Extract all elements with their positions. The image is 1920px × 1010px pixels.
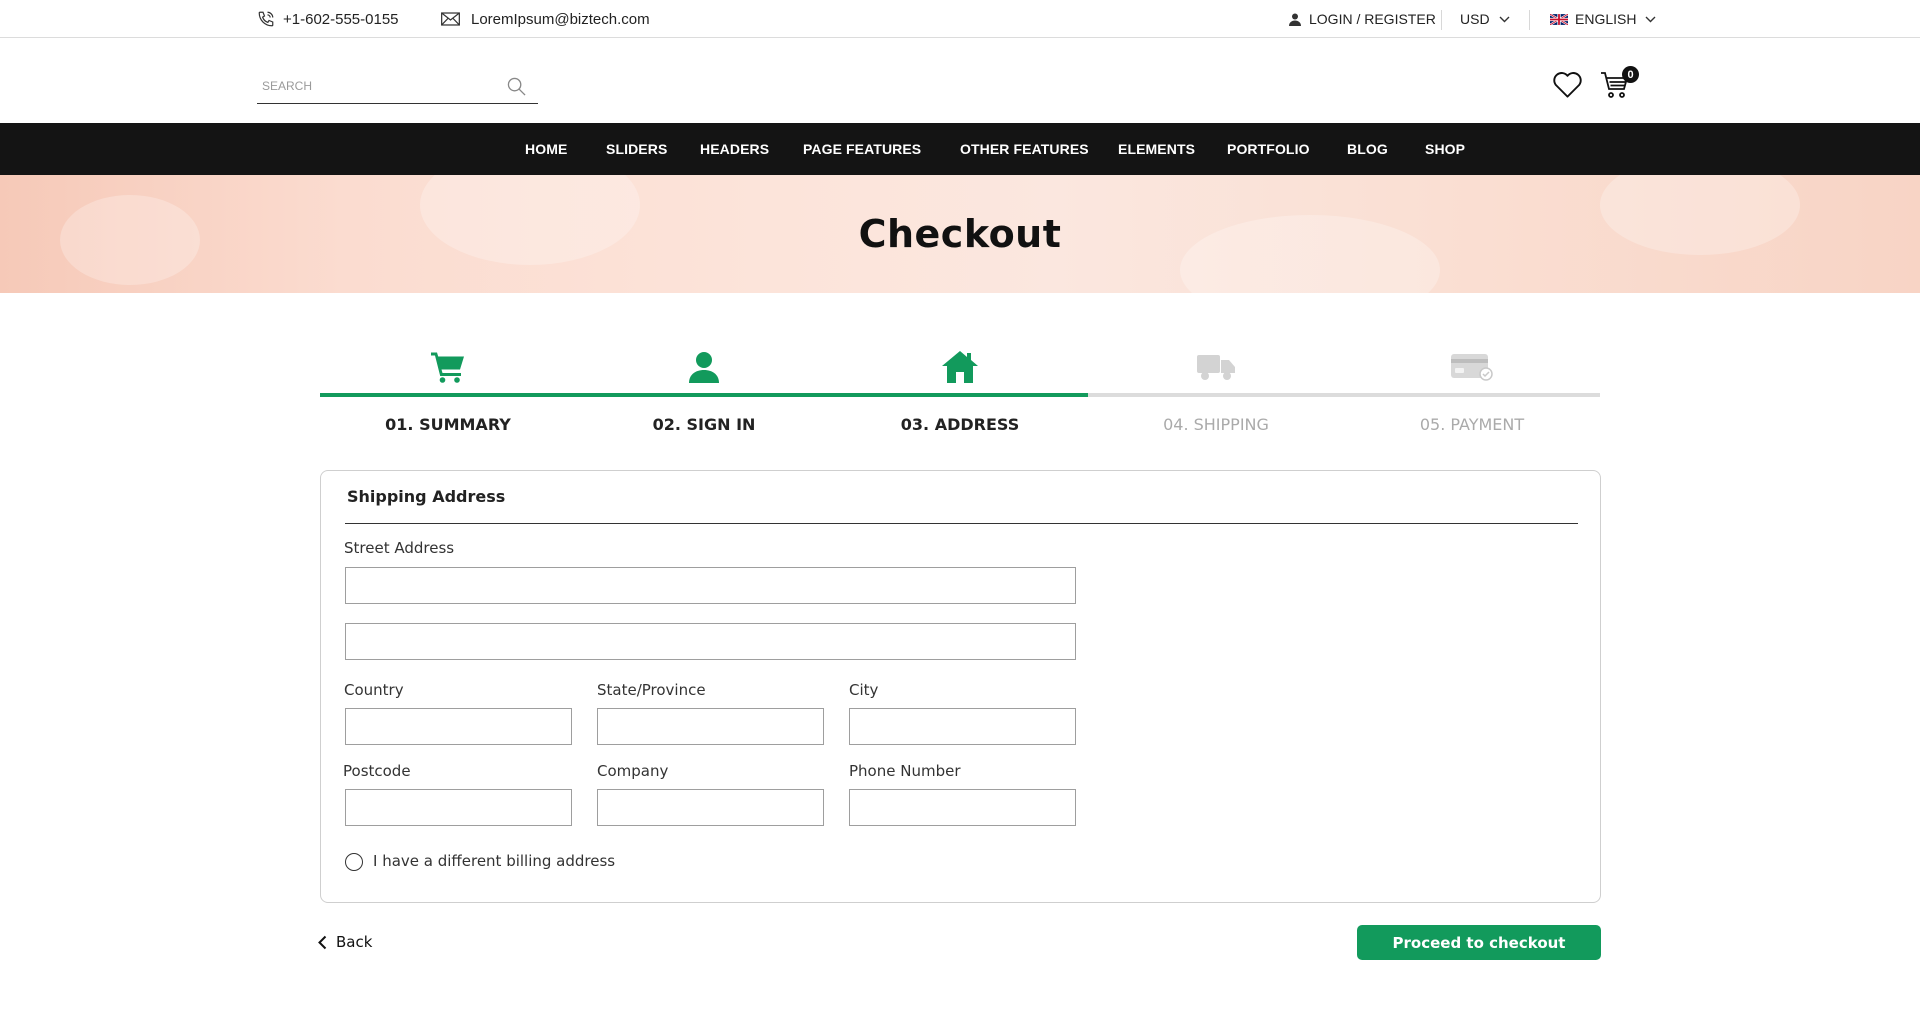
card-title: Shipping Address [347,487,506,506]
truck-icon [1197,355,1235,380]
login-register-link[interactable]: LOGIN / REGISTER [1289,0,1436,38]
divider [1529,10,1530,30]
phone-contact[interactable]: +1-602-555-0155 [257,0,399,38]
step-progress-bar [1088,393,1344,397]
step-label: 01. SUMMARY [385,415,511,434]
step-sign-in[interactable]: 02. SIGN IN [576,338,832,448]
nav-item-other-features[interactable]: OTHER FEATURES [960,123,1089,175]
street-address-line2-input[interactable] [345,623,1076,660]
nav-item-shop[interactable]: SHOP [1425,123,1465,175]
country-label: Country [344,681,404,699]
different-billing-radio[interactable] [345,853,363,871]
phone-number-input[interactable] [849,789,1076,826]
nav-item-page-features[interactable]: PAGE FEATURES [803,123,921,175]
city-input[interactable] [849,708,1076,745]
search-icon[interactable] [507,77,526,96]
page-title: Checkout [858,212,1062,256]
chevron-left-icon [318,935,327,949]
envelope-icon [441,12,460,26]
nav-item-headers[interactable]: HEADERS [700,123,769,175]
step-icon-wrap [576,348,832,386]
uk-flag-icon [1550,13,1568,25]
language-label: ENGLISH [1575,11,1637,27]
proceed-to-checkout-button[interactable]: Proceed to checkout [1357,925,1601,960]
language-selector[interactable]: ENGLISH [1550,0,1656,38]
country-input[interactable] [345,708,572,745]
step-label: 02. SIGN IN [652,415,756,434]
back-button[interactable]: Back [318,930,372,954]
shipping-address-card: Shipping Address Street Address Country … [320,470,1601,903]
step-summary[interactable]: 01. SUMMARY [320,338,576,448]
nav-item-sliders[interactable]: SLIDERS [606,123,667,175]
credit-card-icon [1451,354,1493,381]
company-input[interactable] [597,789,824,826]
step-progress-bar [576,393,832,397]
checkout-progress: 01. SUMMARY 02. SIGN IN 03. ADDRESS 04. … [320,338,1601,448]
home-icon [942,351,978,383]
currency-selector[interactable]: USD [1460,0,1510,38]
state-province-label: State/Province [597,681,706,699]
state-province-input[interactable] [597,708,824,745]
top-bar: +1-602-555-0155 LoremIpsum@biztech.com L… [0,0,1920,38]
city-label: City [849,681,879,699]
heart-icon[interactable] [1552,71,1583,99]
nav-item-elements[interactable]: ELEMENTS [1118,123,1195,175]
email-contact[interactable]: LoremIpsum@biztech.com [441,0,650,38]
phone-number-label: Phone Number [849,762,961,780]
phone-icon [258,11,274,27]
currency-label: USD [1460,11,1490,27]
step-icon-wrap [1344,348,1600,386]
user-icon [689,352,719,383]
street-address-line1-input[interactable] [345,567,1076,604]
back-label: Back [336,933,373,951]
divider [1441,10,1442,30]
email-address: LoremIpsum@biztech.com [471,10,650,28]
postcode-label: Postcode [343,762,411,780]
phone-number: +1-602-555-0155 [283,10,399,28]
street-address-label: Street Address [344,539,455,557]
page-banner: Checkout [0,175,1920,293]
step-label: 03. ADDRESS [900,415,1020,434]
step-shipping[interactable]: 04. SHIPPING [1088,338,1344,448]
cart-count-badge: 0 [1622,66,1639,83]
nav-item-blog[interactable]: BLOG [1347,123,1388,175]
login-register-label: LOGIN / REGISTER [1309,11,1436,27]
step-payment[interactable]: 05. PAYMENT [1344,338,1600,448]
step-progress-bar [320,393,576,397]
user-icon [1289,13,1301,26]
search-bar [257,70,538,104]
different-billing-label: I have a different billing address [373,852,616,870]
chevron-down-icon [1499,16,1510,22]
step-progress-bar [832,393,1088,397]
step-label: 05. PAYMENT [1419,415,1525,434]
step-icon-wrap [1088,348,1344,386]
company-label: Company [597,762,669,780]
nav-item-home[interactable]: HOME [525,123,567,175]
step-progress-bar [1344,393,1600,397]
postcode-input[interactable] [345,789,572,826]
step-address[interactable]: 03. ADDRESS [832,338,1088,448]
chevron-down-icon [1645,16,1656,22]
search-input[interactable] [257,70,497,102]
step-icon-wrap [832,348,1088,386]
main-navigation: HOME SLIDERS HEADERS PAGE FEATURES OTHER… [0,123,1920,175]
divider [345,523,1578,524]
step-icon-wrap [320,348,576,386]
cart-icon [431,352,464,383]
step-label: 04. SHIPPING [1163,415,1269,434]
nav-item-portfolio[interactable]: PORTFOLIO [1227,123,1310,175]
